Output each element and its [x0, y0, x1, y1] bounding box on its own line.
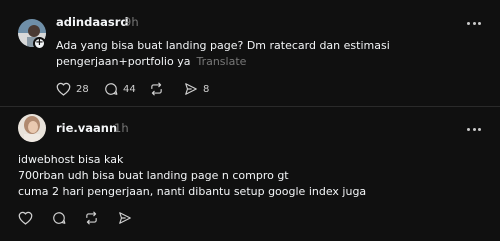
- comment-icon: [104, 82, 118, 96]
- main-post: + adindaasrd 9h Ada yang bisa buat landi…: [0, 0, 500, 106]
- heart-icon: [18, 211, 33, 225]
- post-text: pengerjaan+portfolio ya: [56, 55, 191, 68]
- share-button[interactable]: 8: [184, 82, 209, 96]
- reply-text-line-2: 700rban udh bisa buat landing page n com…: [18, 169, 289, 182]
- like-button[interactable]: 28: [56, 82, 89, 96]
- follow-button[interactable]: +: [33, 37, 46, 50]
- comment-count: 44: [123, 83, 136, 95]
- post-time: 1h: [114, 121, 129, 135]
- repost-button[interactable]: [149, 82, 164, 96]
- share-icon: [118, 211, 132, 225]
- reply-text-line-1: idwebhost bisa kak: [18, 153, 124, 166]
- like-count: 28: [76, 83, 89, 95]
- more-icon[interactable]: [467, 22, 481, 25]
- repost-icon: [84, 211, 99, 225]
- post-time: 9h: [124, 15, 139, 29]
- like-button[interactable]: [18, 211, 33, 225]
- username[interactable]: rie.vaann: [56, 121, 117, 135]
- share-icon: [184, 82, 198, 96]
- comment-icon: [52, 211, 66, 225]
- repost-button[interactable]: [84, 211, 99, 225]
- reply-text-line-3: cuma 2 hari pengerjaan, nanti dibantu se…: [18, 185, 367, 198]
- post-text-line-2: pengerjaan+portfolio ya Translate: [56, 54, 246, 70]
- comment-button[interactable]: 44: [104, 82, 136, 96]
- heart-icon: [56, 82, 71, 96]
- post-text-line-1: Ada yang bisa buat landing page? Dm rate…: [56, 39, 390, 52]
- username[interactable]: adindaasrd: [56, 15, 129, 29]
- reply-post: rie.vaann 1h idwebhost bisa kak 700rban …: [0, 107, 500, 241]
- repost-icon: [149, 82, 164, 96]
- share-count: 8: [203, 83, 210, 95]
- more-icon[interactable]: [467, 128, 481, 131]
- comment-button[interactable]: [52, 211, 66, 225]
- avatar[interactable]: [18, 114, 46, 142]
- share-button[interactable]: [118, 211, 132, 225]
- translate-link[interactable]: Translate: [196, 55, 246, 68]
